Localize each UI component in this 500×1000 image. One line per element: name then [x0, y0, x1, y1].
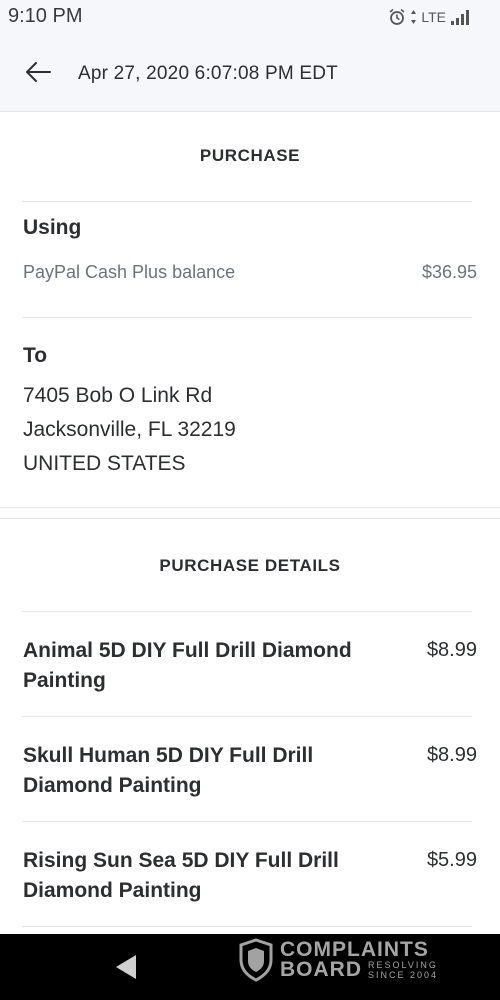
watermark-line-2: BOARD [280, 958, 362, 981]
divider [22, 926, 472, 927]
nav-bar: COMPLAINTS BOARD RESOLVING SINCE 2004 [0, 934, 500, 1000]
divider [22, 201, 472, 202]
watermark-text: COMPLAINTS BOARD RESOLVING SINCE 2004 [280, 938, 439, 981]
item-name-line-1: Rising Sun Sea 5D DIY Full Drill [23, 849, 339, 872]
purchase-details-title: PURCHASE DETAILS [159, 556, 341, 575]
item-name-line-2: Painting [23, 669, 106, 692]
divider [22, 821, 472, 822]
watermark-tag-2: SINCE 2004 [368, 970, 439, 980]
item-price: $5.99 [426, 849, 477, 871]
address-line-2: Jacksonville, FL 32219 [23, 418, 236, 441]
page-title: Apr 27, 2020 6:07:08 PM EDT [78, 63, 338, 84]
item-price: $8.99 [426, 639, 477, 661]
network-type: LTE [421, 9, 446, 25]
watermark-line-1: COMPLAINTS [280, 938, 429, 961]
item-name-line-1: Animal 5D DIY Full Drill Diamond [23, 639, 352, 662]
using-label: Using [23, 216, 82, 239]
item-name: Animal 5D DIY Full Drill Diamond Paintin… [23, 636, 398, 696]
section-divider-bottom [0, 518, 500, 519]
status-icons: LTE [388, 8, 474, 26]
divider [22, 611, 472, 612]
address-country: UNITED STATES [23, 452, 186, 475]
divider [22, 317, 472, 318]
alarm-icon [389, 8, 405, 25]
item-name-line-1: Skull Human 5D DIY Full Drill [23, 744, 314, 767]
item-price: $8.99 [426, 744, 477, 766]
app-bar: Apr 27, 2020 6:07:08 PM EDT [0, 34, 500, 112]
data-arrows-icon [411, 10, 417, 24]
to-label: To [23, 344, 48, 367]
back-button[interactable] [18, 56, 58, 88]
funding-source: PayPal Cash Plus balance [23, 262, 236, 282]
item-name-line-2: Diamond Painting [23, 879, 202, 902]
status-time: 9:10 PM [8, 5, 83, 27]
nav-back-icon[interactable] [112, 952, 140, 982]
item-name-line-2: Diamond Painting [23, 774, 202, 797]
address-line-1: 7405 Bob O Link Rd [23, 384, 213, 407]
shield-logo-icon [239, 938, 273, 982]
status-bar: 9:10 PM LTE [0, 0, 500, 34]
watermark: COMPLAINTS BOARD RESOLVING SINCE 2004 [238, 938, 438, 982]
watermark-tag-1: RESOLVING [368, 960, 438, 970]
item-name: Rising Sun Sea 5D DIY Full Drill Diamond… [23, 846, 398, 906]
purchase-section-title: PURCHASE [199, 146, 301, 165]
funding-amount: $36.95 [421, 262, 477, 282]
back-arrow-icon [26, 62, 51, 82]
item-name: Skull Human 5D DIY Full Drill Diamond Pa… [23, 741, 398, 801]
signal-icon [451, 10, 469, 25]
divider [22, 716, 472, 717]
section-divider-top [0, 507, 500, 508]
